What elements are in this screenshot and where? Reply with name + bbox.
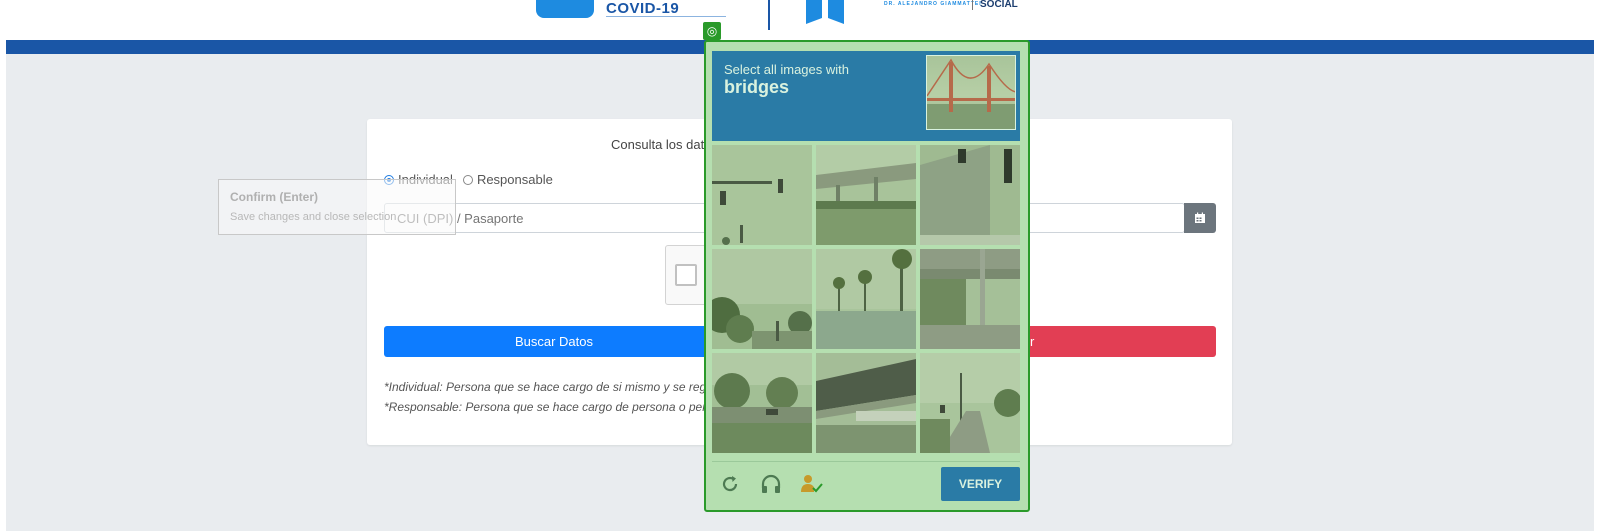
tooltip-title: Confirm (Enter) [230,190,318,204]
captcha-tile[interactable] [712,145,812,245]
captcha-tile[interactable] [712,353,812,453]
captcha-tile[interactable] [920,249,1020,349]
radio-responsable[interactable] [462,174,473,185]
logo-divider [768,0,770,30]
captcha-tile[interactable] [816,353,916,453]
verify-button[interactable]: VERIFY [941,467,1020,501]
site-header [0,0,1600,40]
headphones-icon[interactable] [760,474,782,500]
calendar-button[interactable] [1184,203,1216,233]
accessibility-icon[interactable] [800,474,824,500]
covid-logo-icon [536,0,594,18]
captcha-tile[interactable] [920,145,1020,245]
captcha-tile[interactable] [712,249,812,349]
page-frame-left [0,0,6,531]
captcha-image-grid [712,145,1020,453]
recaptcha-checkbox[interactable] [675,264,697,286]
calendar-icon [1195,212,1205,223]
clear-button[interactable]: r [1020,326,1216,357]
captcha-footer-divider [712,461,1020,462]
logo-underline [606,16,726,17]
refresh-icon[interactable] [720,474,740,500]
note-individual: *Individual: Persona que se hace cargo d… [384,380,719,394]
buscar-datos-button[interactable]: Buscar Datos [384,326,724,357]
captcha-tile[interactable] [920,353,1020,453]
captcha-tile[interactable] [816,145,916,245]
logo-social-text: SOCIAL [980,0,1018,10]
radio-responsable-label[interactable]: Responsable [477,172,553,187]
captcha-tile[interactable] [816,249,916,349]
logo-subtext: DR. ALEJANDRO GIAMMATTEI [884,1,982,7]
captcha-sample-image [926,55,1016,130]
confirm-tooltip: Confirm (Enter) Save changes and close s… [218,179,456,235]
page-frame-right [1594,0,1600,531]
logo-separator [972,0,973,10]
tooltip-subtitle: Save changes and close selection [230,211,397,223]
covid-logo-text: COVID-19 [606,0,680,17]
card-title: Consulta los dato [611,137,712,152]
captcha-keyword: bridges [724,77,790,97]
note-responsable: *Responsable: Persona que se hace cargo … [384,400,719,414]
captcha-prompt: Select all images with [724,62,849,77]
captcha-logo-icon: ◎ [703,22,721,40]
